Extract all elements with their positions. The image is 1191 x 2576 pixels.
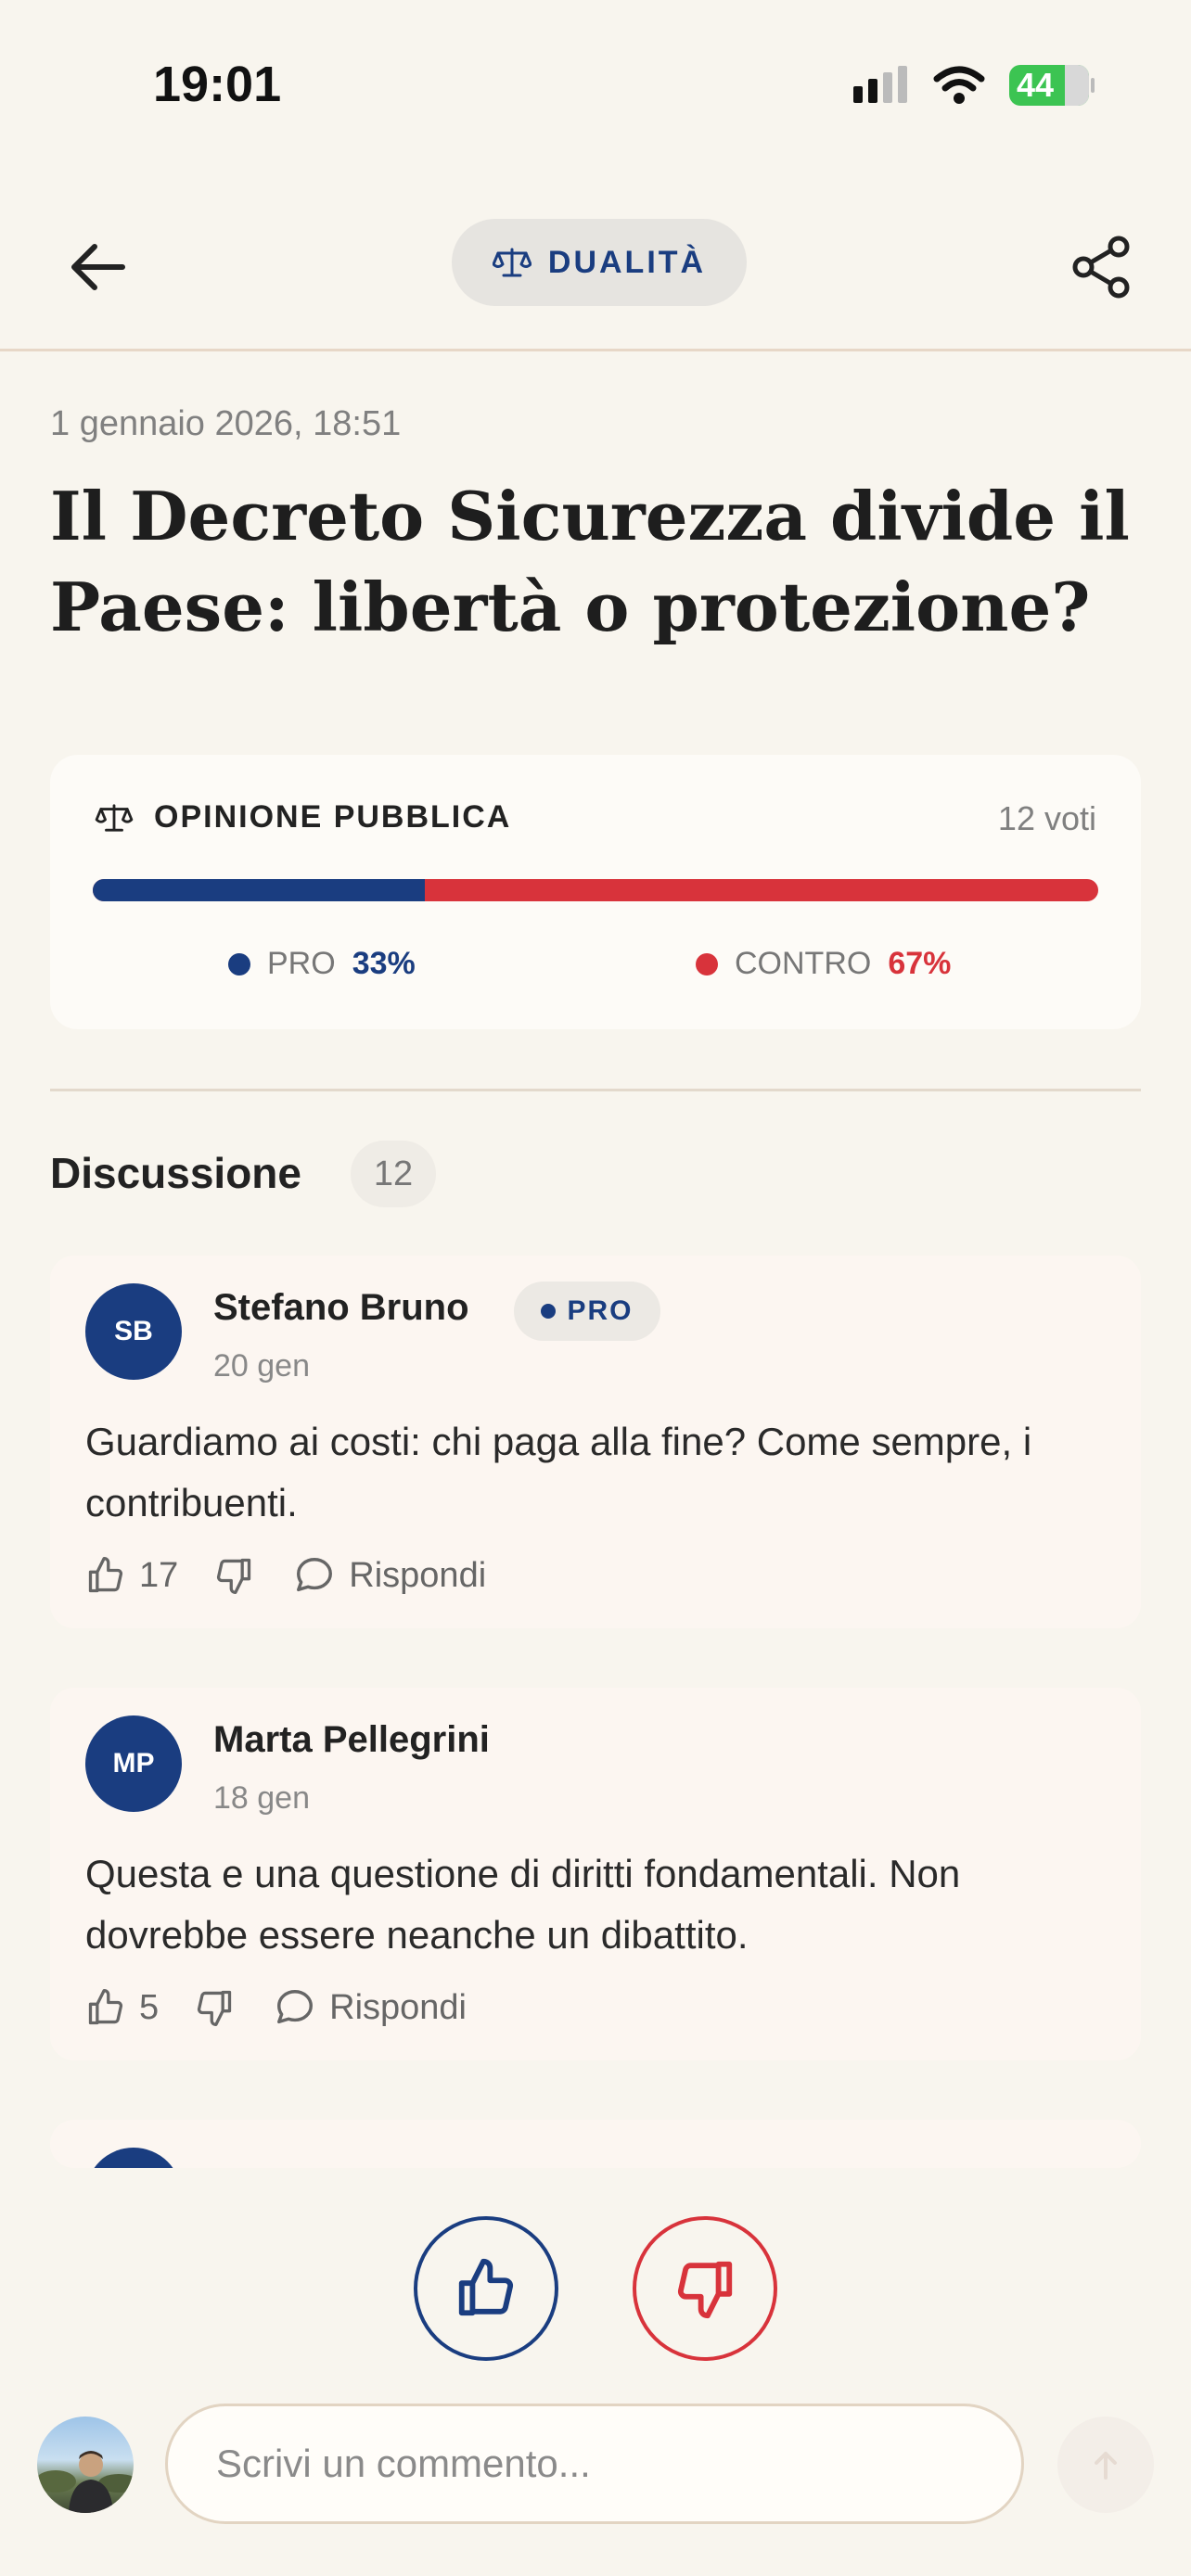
comment-author[interactable]: Marta Pellegrini [213,1719,490,1761]
comment-card [50,2120,1141,2168]
opinion-bar-pro-segment [93,879,425,901]
comment-text: Guardiamo ai costi: chi paga alla fine? … [85,1420,1032,1524]
battery-indicator: 44 [1009,65,1095,106]
contro-label: CONTRO [735,946,872,981]
dislike-button[interactable] [213,1555,254,1596]
comment-author[interactable]: Stefano Bruno [213,1287,469,1329]
public-opinion-card: OPINIONE PUBBLICA 12 voti PRO 33% CONTRO… [50,755,1141,1029]
article-title: Il Decreto Sicurezza divide il Paese: li… [50,477,1130,646]
discussion-count-badge: 12 [351,1141,436,1207]
section-divider [50,1089,1141,1091]
stance-badge: PRO [514,1282,660,1341]
section-label: DUALITÀ [547,244,707,280]
contro-percent: 67% [888,946,952,981]
like-button[interactable]: 5 [85,1987,159,2028]
thumbs-up-icon [88,1989,123,2025]
contro-dot [696,952,718,976]
dislike-button[interactable] [194,1987,235,2028]
scale-icon [95,803,134,832]
comment-input[interactable] [165,2404,1024,2524]
user-photo [37,2451,134,2513]
reply-label: Rispondi [349,1555,487,1595]
thumbs-up-icon [458,2258,514,2316]
like-count: 17 [139,1555,179,1595]
legend-contro: CONTRO 67% [696,946,951,982]
status-icons: 44 [852,65,1095,106]
share-icon [1072,236,1130,299]
reply-label: Rispondi [329,1987,467,2027]
thumbs-down-icon [677,2261,733,2319]
send-button[interactable] [1057,2417,1154,2513]
speech-bubble-icon [277,1990,314,2024]
vote-contro-button[interactable] [633,2216,777,2361]
scale-icon [492,248,531,277]
pro-percent: 33% [352,946,416,981]
avatar[interactable]: SB [85,1283,182,1380]
thumbs-down-icon [217,1558,251,1594]
vote-count: 12 voti [997,799,1096,837]
like-count: 5 [139,1987,160,2027]
speech-bubble-icon [297,1558,333,1592]
arrow-up-icon [1095,2452,1117,2480]
thumbs-up-icon [88,1557,123,1593]
comment-actions: 17 Rispondi [85,1554,486,1597]
back-button[interactable] [61,230,135,304]
pro-label: PRO [267,946,336,981]
user-avatar[interactable] [37,2417,134,2513]
stance-dot [541,1304,557,1319]
like-button[interactable]: 17 [85,1555,178,1596]
opinion-header: OPINIONE PUBBLICA [95,799,511,835]
status-time: 19:01 [153,57,282,112]
reply-button[interactable]: Rispondi [274,1986,467,2029]
cellular-signal-icon [853,66,907,103]
wifi-icon [933,66,985,104]
comment-actions: 5 Rispondi [85,1986,467,2029]
opinion-title: OPINIONE PUBBLICA [154,799,512,835]
avatar[interactable]: MP [85,1715,182,1812]
opinion-bar [93,879,1098,901]
battery-level: 44 [1017,66,1055,104]
thumbs-down-icon [198,1990,232,2026]
arrow-left-icon [71,244,125,290]
article-date: 1 gennaio 2026, 18:51 [50,404,402,443]
legend-pro: PRO 33% [228,946,416,982]
top-navigation-bar: DUALITÀ [0,176,1191,351]
discussion-title: Discussione [50,1149,301,1197]
comment-card: SB Stefano Bruno PRO 20 gen Guardiamo ai… [50,1256,1141,1628]
reply-button[interactable]: Rispondi [293,1554,486,1597]
avatar[interactable] [85,2148,182,2168]
comment-date: 18 gen [213,1780,310,1816]
comment-card: MP Marta Pellegrini 18 gen Questa e una … [50,1688,1141,2060]
comment-text: Questa e una questione di diritti fondam… [85,1852,961,1957]
comment-date: 20 gen [213,1348,310,1384]
stance-label: PRO [567,1295,634,1326]
section-pill[interactable]: DUALITÀ [452,219,747,306]
share-button[interactable] [1065,230,1139,304]
status-bar: 19:01 44 [0,0,1191,176]
vote-pro-button[interactable] [414,2216,558,2361]
pro-dot [228,952,250,976]
